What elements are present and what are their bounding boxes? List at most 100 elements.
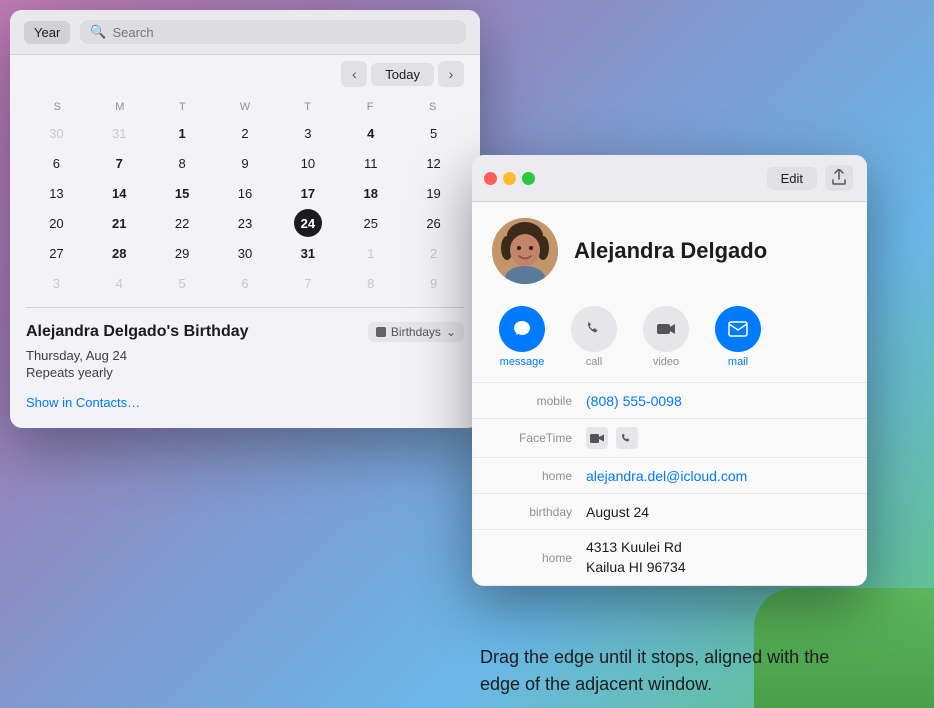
cal-day[interactable]: 15 xyxy=(168,179,196,207)
message-icon xyxy=(499,306,545,352)
home-address-value: 4313 Kuulei RdKailua HI 96734 xyxy=(586,538,847,577)
home-email-label: home xyxy=(492,469,572,483)
message-action-button[interactable]: message xyxy=(492,306,552,368)
info-row-home-email: home alejandra.del@icloud.com xyxy=(472,458,867,494)
contacts-titlebar: Edit xyxy=(472,155,867,202)
cal-day[interactable]: 14 xyxy=(105,179,133,207)
cal-day[interactable]: 17 xyxy=(294,179,322,207)
badge-dot xyxy=(376,327,386,337)
home-email-value[interactable]: alejandra.del@icloud.com xyxy=(586,468,847,484)
video-label: video xyxy=(653,356,679,368)
cal-day[interactable]: 30 xyxy=(42,119,70,147)
cal-day[interactable]: 22 xyxy=(168,209,196,237)
contact-name: Alejandra Delgado xyxy=(574,238,767,264)
cal-day[interactable]: 31 xyxy=(105,119,133,147)
prev-button[interactable]: ‹ xyxy=(341,61,367,87)
cal-day[interactable]: 3 xyxy=(42,269,70,297)
maximize-button[interactable] xyxy=(522,172,535,185)
cal-day[interactable]: 5 xyxy=(168,269,196,297)
event-title: Alejandra Delgado's Birthday xyxy=(26,323,249,341)
event-header: Alejandra Delgado's Birthday Birthdays ⌄ xyxy=(26,322,464,342)
facetime-icons xyxy=(586,427,638,449)
cal-day[interactable]: 23 xyxy=(231,209,259,237)
cal-day[interactable]: 21 xyxy=(105,209,133,237)
cal-day-today[interactable]: 24 xyxy=(294,209,322,237)
cal-day[interactable]: 10 xyxy=(294,149,322,177)
cal-day[interactable]: 3 xyxy=(294,119,322,147)
cal-day[interactable]: 31 xyxy=(294,239,322,267)
calendar-titlebar: Year 🔍 xyxy=(10,10,480,55)
cal-day[interactable]: 8 xyxy=(168,149,196,177)
today-button[interactable]: Today xyxy=(371,63,434,86)
mobile-label: mobile xyxy=(492,394,572,408)
birthdays-badge[interactable]: Birthdays ⌄ xyxy=(368,322,464,342)
cal-day[interactable]: 5 xyxy=(420,119,448,147)
cal-day[interactable]: 7 xyxy=(105,149,133,177)
cal-day[interactable]: 4 xyxy=(357,119,385,147)
next-button[interactable]: › xyxy=(438,61,464,87)
show-in-contacts-link[interactable]: Show in Contacts… xyxy=(26,395,140,410)
cal-day[interactable]: 18 xyxy=(357,179,385,207)
info-row-facetime: FaceTime xyxy=(472,419,867,458)
video-action-button[interactable]: video xyxy=(636,306,696,368)
cal-day[interactable]: 6 xyxy=(42,149,70,177)
avatar xyxy=(492,218,558,284)
cal-day[interactable]: 7 xyxy=(294,269,322,297)
cal-day[interactable]: 8 xyxy=(357,269,385,297)
contacts-window: Edit xyxy=(472,155,867,586)
cal-day[interactable]: 1 xyxy=(168,119,196,147)
cal-day[interactable]: 29 xyxy=(168,239,196,267)
cal-day[interactable]: 16 xyxy=(231,179,259,207)
cal-day[interactable]: 20 xyxy=(42,209,70,237)
calendar-window: Year 🔍 ‹ Today › S M T W T F S 30 31 1 2… xyxy=(10,10,480,428)
search-icon: 🔍 xyxy=(90,24,106,40)
cal-day[interactable]: 11 xyxy=(357,149,385,177)
weekday-m: M xyxy=(89,99,152,115)
message-label: message xyxy=(500,356,545,368)
share-icon xyxy=(832,169,846,188)
weekday-headers: S M T W T F S xyxy=(26,99,464,115)
video-icon xyxy=(643,306,689,352)
cal-day[interactable]: 19 xyxy=(420,179,448,207)
cal-day[interactable]: 1 xyxy=(357,239,385,267)
birthday-label: birthday xyxy=(492,505,572,519)
share-button[interactable] xyxy=(825,165,853,191)
call-action-button[interactable]: call xyxy=(564,306,624,368)
cal-day[interactable]: 26 xyxy=(420,209,448,237)
close-button[interactable] xyxy=(484,172,497,185)
minimize-button[interactable] xyxy=(503,172,516,185)
calendar-grid-area: S M T W T F S 30 31 1 2 3 4 5 6 7 8 9 10… xyxy=(10,89,480,307)
cal-day[interactable]: 25 xyxy=(357,209,385,237)
weekday-t2: T xyxy=(276,99,339,115)
traffic-lights xyxy=(484,172,535,185)
year-button[interactable]: Year xyxy=(24,21,70,44)
facetime-video-icon[interactable] xyxy=(586,427,608,449)
facetime-audio-icon[interactable] xyxy=(616,427,638,449)
cal-day[interactable]: 6 xyxy=(231,269,259,297)
event-date: Thursday, Aug 24 xyxy=(26,348,464,363)
weekday-f: F xyxy=(339,99,402,115)
cal-day[interactable]: 28 xyxy=(105,239,133,267)
calendar-nav: ‹ Today › xyxy=(10,55,480,89)
cal-day[interactable]: 4 xyxy=(105,269,133,297)
contact-header: Alejandra Delgado xyxy=(472,202,867,300)
caption-text: Drag the edge until it stops, aligned wi… xyxy=(480,644,850,698)
cal-day[interactable]: 30 xyxy=(231,239,259,267)
info-row-mobile: mobile (808) 555-0098 xyxy=(472,383,867,419)
edit-button[interactable]: Edit xyxy=(767,167,817,190)
cal-day[interactable]: 2 xyxy=(420,239,448,267)
cal-day[interactable]: 27 xyxy=(42,239,70,267)
cal-day[interactable]: 9 xyxy=(420,269,448,297)
facetime-label: FaceTime xyxy=(492,431,572,445)
mail-label: mail xyxy=(728,356,748,368)
event-repeat: Repeats yearly xyxy=(26,365,464,380)
mail-icon xyxy=(715,306,761,352)
mail-action-button[interactable]: mail xyxy=(708,306,768,368)
cal-day[interactable]: 12 xyxy=(420,149,448,177)
cal-day[interactable]: 9 xyxy=(231,149,259,177)
call-icon xyxy=(571,306,617,352)
mobile-value[interactable]: (808) 555-0098 xyxy=(586,393,847,409)
search-input[interactable] xyxy=(112,25,456,40)
cal-day[interactable]: 13 xyxy=(42,179,70,207)
cal-day[interactable]: 2 xyxy=(231,119,259,147)
